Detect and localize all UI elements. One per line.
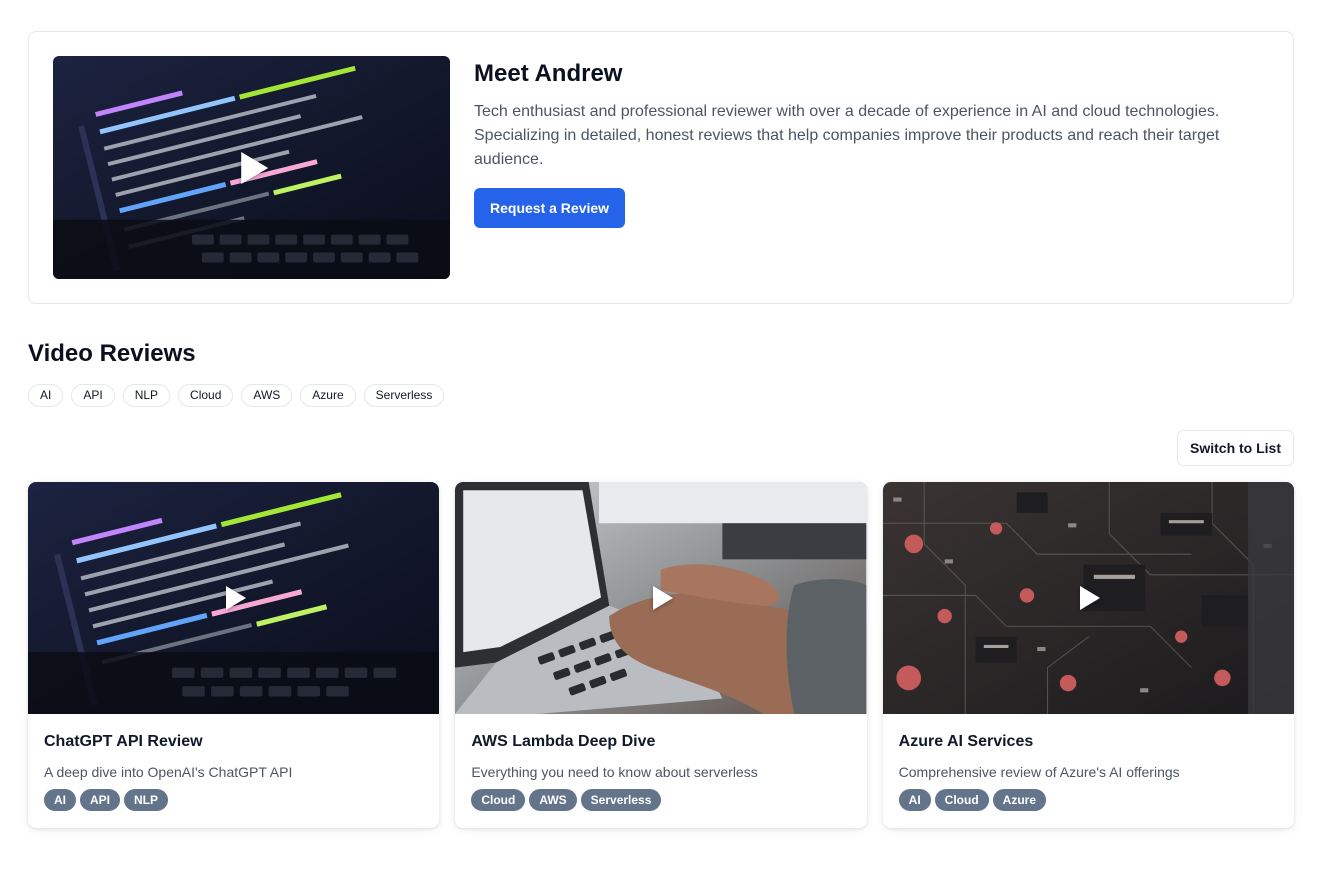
video-card[interactable]: AWS Lambda Deep Dive Everything you need… <box>455 482 867 828</box>
video-card-body: AWS Lambda Deep Dive Everything you need… <box>455 714 866 811</box>
filter-chip-aws[interactable]: AWS <box>241 384 293 407</box>
video-tags: Cloud AWS Serverless <box>471 789 850 811</box>
video-title: AWS Lambda Deep Dive <box>471 733 656 750</box>
video-tags: AI Cloud Azure <box>898 789 1278 811</box>
video-card-body: Azure AI Services Comprehensive review o… <box>883 714 1294 811</box>
profile-card: Meet Andrew Tech enthusiast and professi… <box>28 31 1294 304</box>
profile-info: Meet Andrew Tech enthusiast and professi… <box>474 58 1264 228</box>
video-card[interactable]: ChatGPT API Review A deep dive into Open… <box>28 482 440 828</box>
video-card-body: ChatGPT API Review A deep dive into Open… <box>28 714 439 811</box>
tag-badge: Cloud <box>934 789 989 811</box>
video-thumbnail[interactable] <box>455 482 867 714</box>
tag-badge: NLP <box>124 789 169 811</box>
switch-to-list-button[interactable]: Switch to List <box>1177 430 1294 466</box>
filter-chip-cloud[interactable]: Cloud <box>178 384 234 407</box>
tag-badge: AI <box>44 789 76 811</box>
filter-chip-ai[interactable]: AI <box>28 384 64 407</box>
filter-chip-serverless[interactable]: Serverless <box>363 384 445 407</box>
tag-badge: Serverless <box>580 789 662 811</box>
video-tags: AI API NLP <box>44 789 423 811</box>
video-thumbnail[interactable] <box>882 482 1294 714</box>
tag-badge: Cloud <box>471 789 526 811</box>
video-title: Azure AI Services <box>898 733 1034 750</box>
play-icon[interactable] <box>652 586 673 610</box>
filter-chip-api[interactable]: API <box>71 384 115 407</box>
video-description: A deep dive into OpenAI's ChatGPT API <box>44 764 293 780</box>
play-icon[interactable] <box>1080 586 1101 610</box>
video-card[interactable]: Azure AI Services Comprehensive review o… <box>882 482 1294 828</box>
video-description: Everything you need to know about server… <box>471 764 758 780</box>
video-description: Comprehensive review of Azure's AI offer… <box>898 764 1180 780</box>
tag-badge: API <box>80 789 121 811</box>
request-review-button[interactable]: Request a Review <box>474 188 626 228</box>
section-title: Video Reviews <box>28 340 196 367</box>
tag-badge: AWS <box>529 789 577 811</box>
profile-description: Tech enthusiast and professional reviewe… <box>474 103 1220 168</box>
filter-chip-nlp[interactable]: NLP <box>122 384 171 407</box>
intro-video-player[interactable] <box>53 56 450 279</box>
play-icon[interactable] <box>240 151 268 184</box>
profile-title: Meet Andrew <box>474 60 623 87</box>
tag-badge: AI <box>898 789 931 811</box>
tag-badge: Azure <box>992 789 1046 811</box>
play-icon[interactable] <box>225 586 246 610</box>
tag-filter-bar: AI API NLP Cloud AWS Azure Serverless <box>28 384 445 407</box>
filter-chip-azure[interactable]: Azure <box>300 384 356 407</box>
video-title: ChatGPT API Review <box>44 733 203 750</box>
video-thumbnail[interactable] <box>28 482 440 714</box>
video-grid: ChatGPT API Review A deep dive into Open… <box>28 482 1294 828</box>
